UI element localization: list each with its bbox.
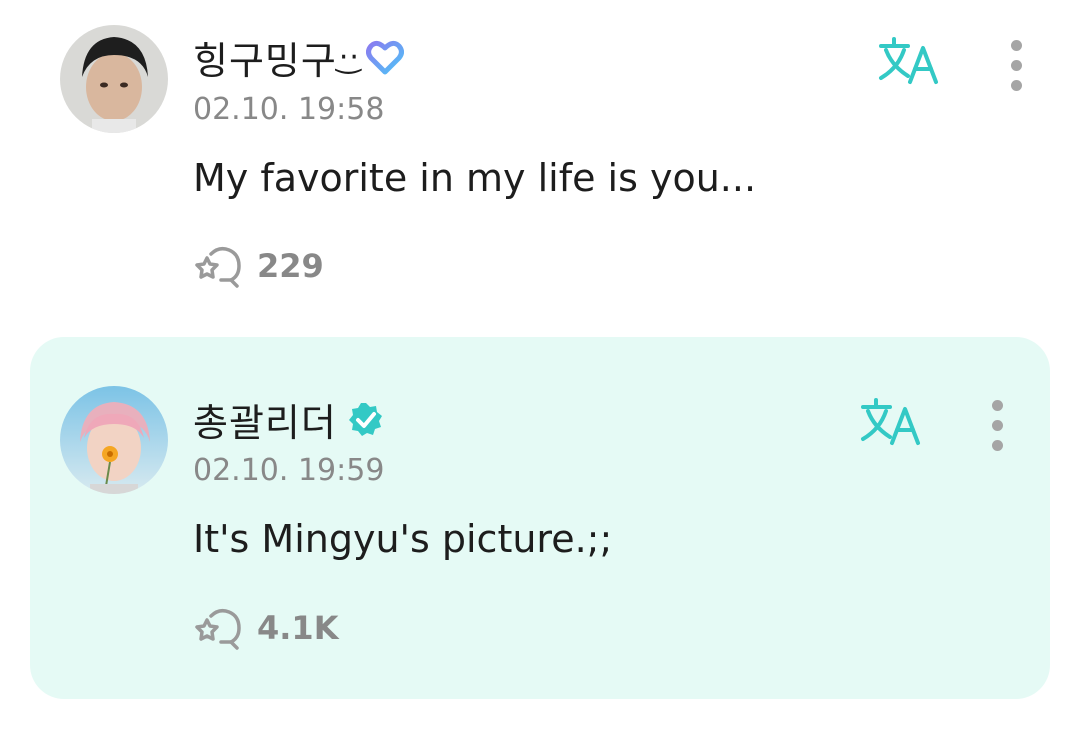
verified-badge-icon — [347, 401, 385, 439]
author-row: 총괄리더 — [193, 392, 385, 447]
avatar[interactable] — [60, 25, 168, 133]
author-name-suffix: ·͜· — [338, 40, 360, 75]
translate-icon — [878, 37, 942, 92]
like-button[interactable]: 4.1K — [193, 606, 338, 650]
comment-item: 힝구밍구 ·͜· 02.10. 19:58 My favorite in my … — [0, 0, 1080, 320]
more-options-button[interactable] — [1006, 38, 1026, 94]
author-name[interactable]: 힝구밍구 — [193, 30, 337, 85]
author-name[interactable]: 총괄리더 — [193, 392, 337, 447]
author-row: 힝구밍구 ·͜· — [193, 30, 404, 85]
translate-icon — [860, 398, 924, 453]
translate-button[interactable] — [878, 36, 942, 88]
like-icon — [193, 606, 247, 650]
comment-timestamp: 02.10. 19:59 — [193, 453, 385, 488]
translate-button[interactable] — [860, 397, 924, 449]
comment-text: My favorite in my life is you... — [193, 156, 757, 200]
comment-text: It's Mingyu's picture.;; — [193, 517, 613, 561]
more-options-button[interactable] — [987, 398, 1007, 454]
like-count: 229 — [257, 247, 324, 285]
comment-timestamp: 02.10. 19:58 — [193, 92, 385, 127]
like-icon — [193, 244, 247, 288]
avatar[interactable] — [60, 386, 168, 494]
like-count: 4.1K — [257, 609, 339, 647]
heart-badge-icon — [365, 40, 404, 76]
like-button[interactable]: 229 — [193, 244, 324, 288]
